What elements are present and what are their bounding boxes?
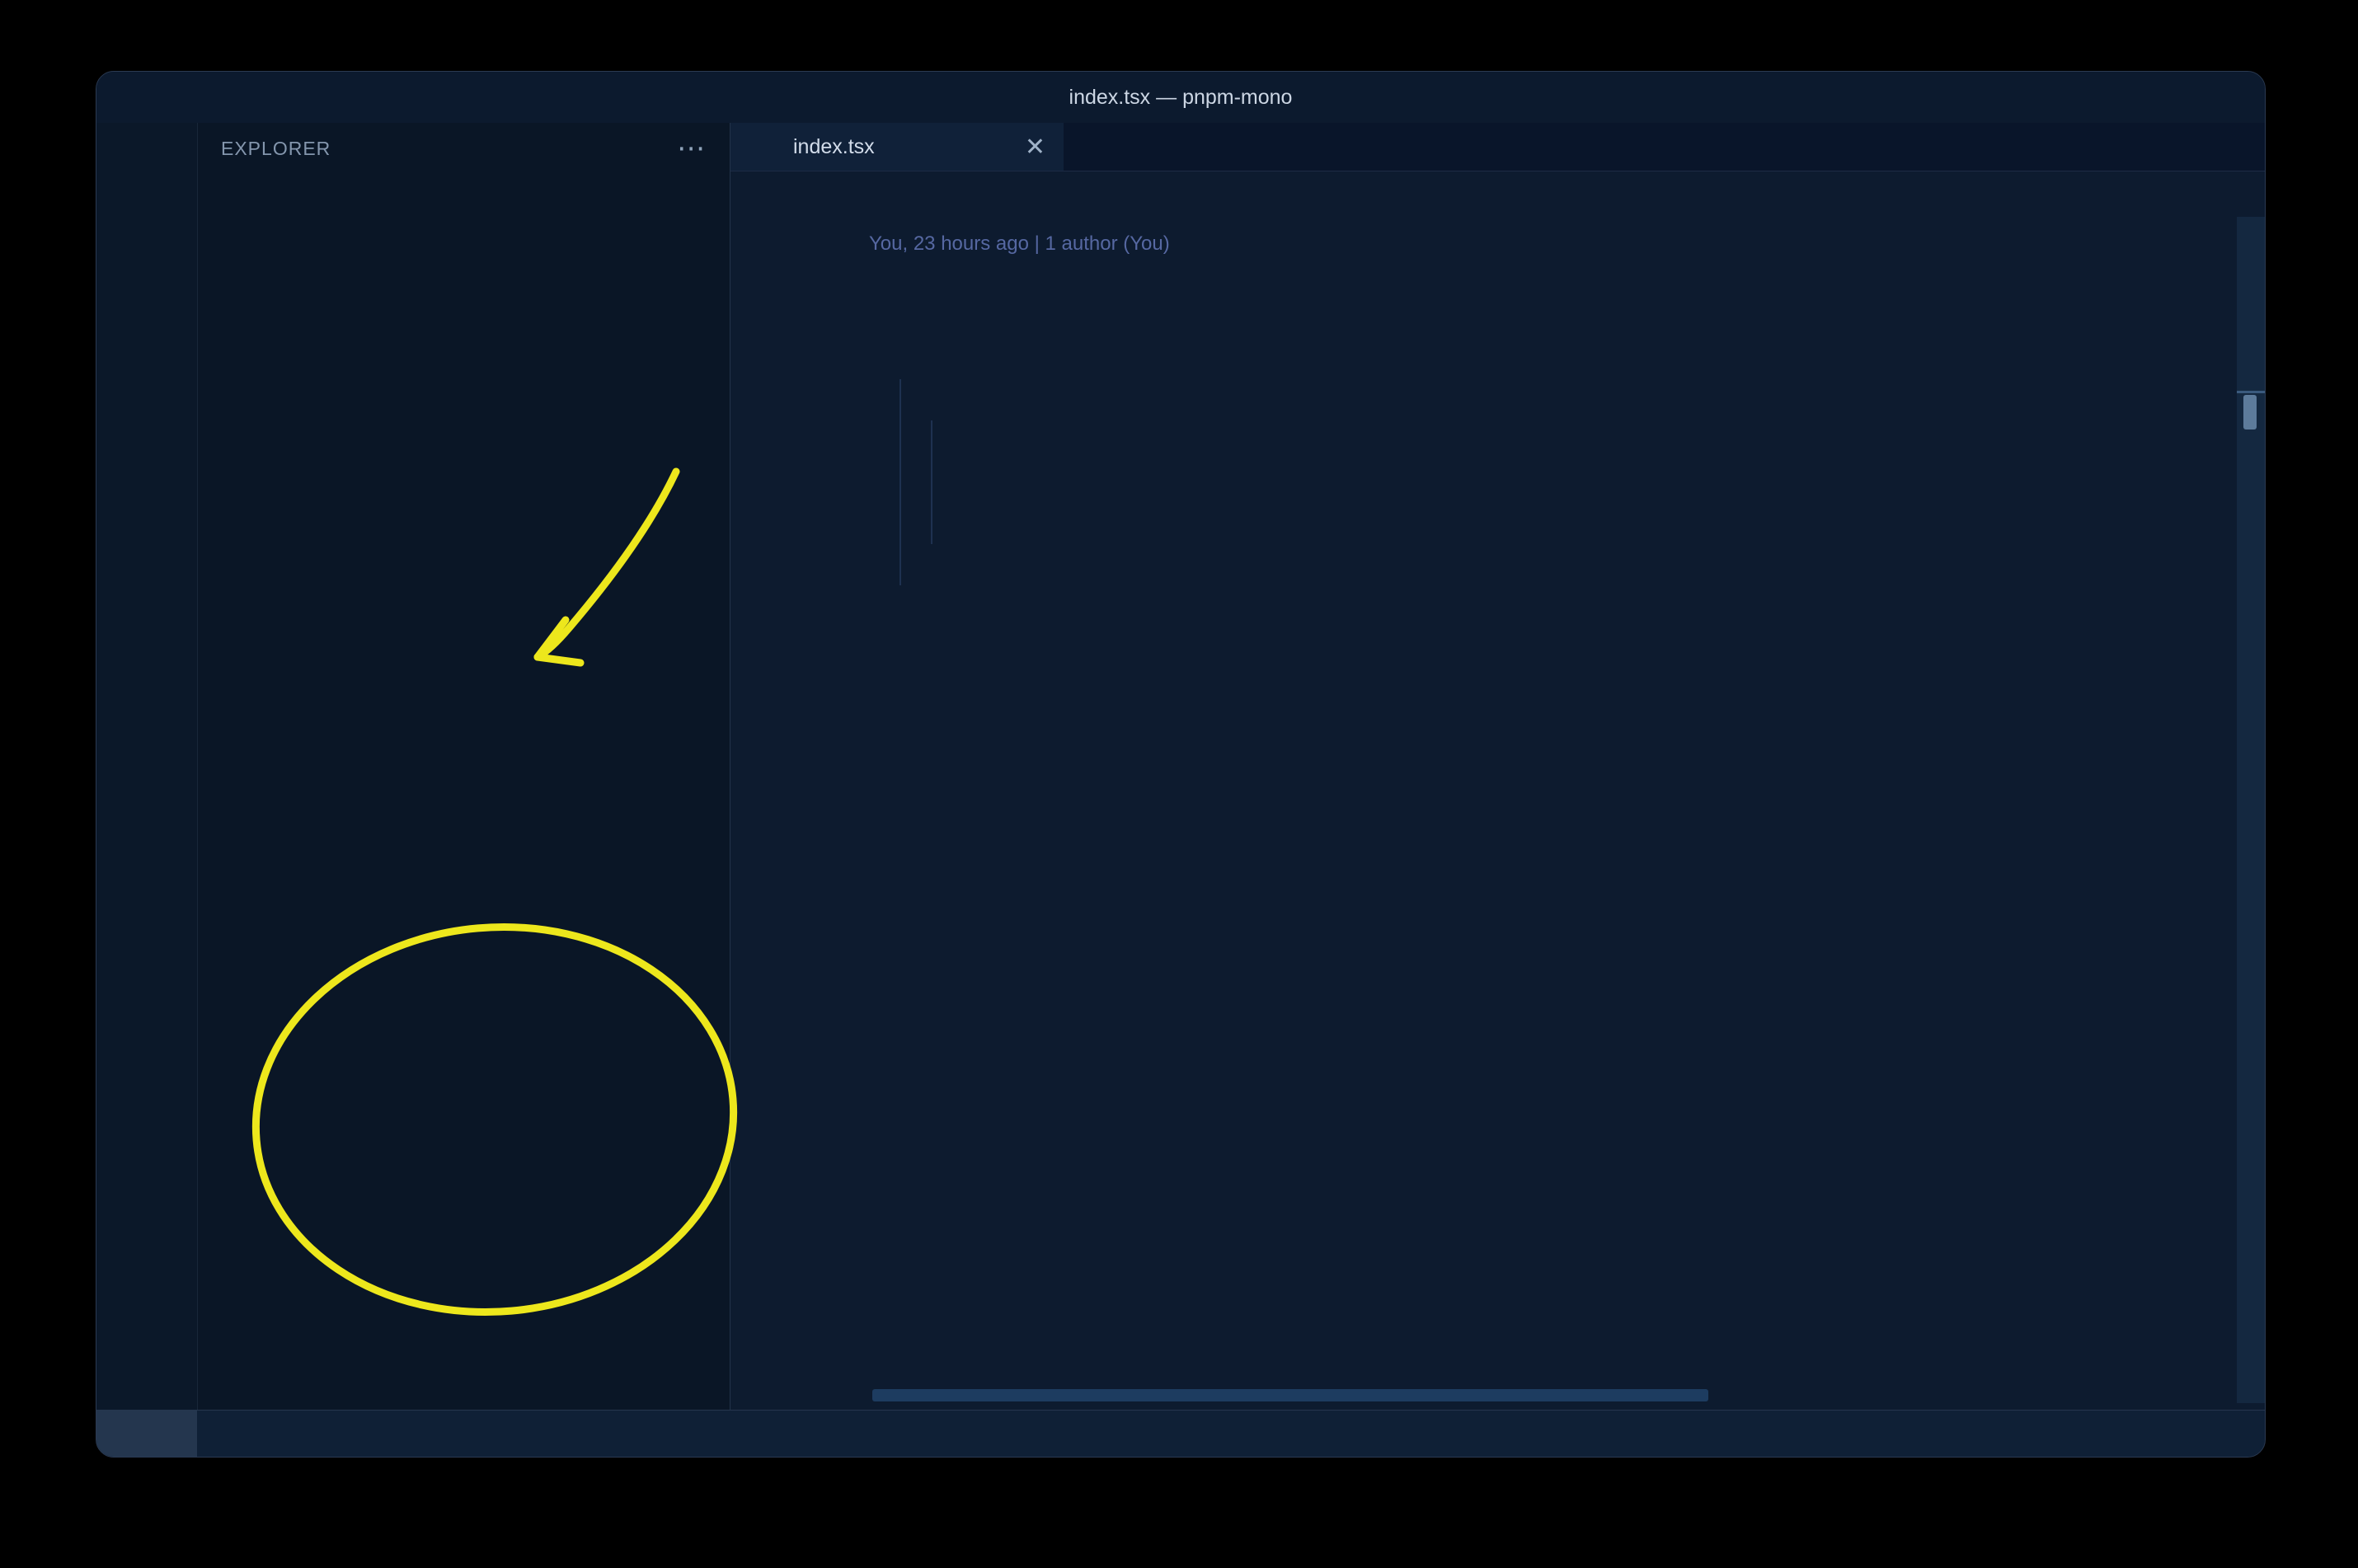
editor-pane: index.tsx ✕ You, 23 hours ago | 1 author… xyxy=(730,123,2265,1410)
gitlens-blame-annotation: You, 23 hours ago | 1 author (You) xyxy=(869,232,1170,255)
breadcrumb xyxy=(730,171,2265,218)
tab-close-icon[interactable]: ✕ xyxy=(1025,133,1045,162)
react-icon xyxy=(749,132,782,162)
code-editor[interactable]: You, 23 hours ago | 1 author (You) xyxy=(730,218,2265,1410)
title-bar: index.tsx — pnpm-mono xyxy=(96,72,2265,123)
overview-ruler-line xyxy=(2237,391,2265,393)
status-bar xyxy=(96,1410,2265,1457)
activity-bar xyxy=(96,123,198,1410)
remote-indicator[interactable] xyxy=(96,1411,197,1457)
zoom-button[interactable] xyxy=(192,86,215,109)
tab-bar: index.tsx ✕ xyxy=(730,123,2265,171)
close-button[interactable] xyxy=(118,86,141,109)
sidebar-header: EXPLORER ⋯ xyxy=(221,133,707,164)
minimize-button[interactable] xyxy=(155,86,178,109)
sidebar-title: EXPLORER xyxy=(221,137,331,159)
indent-guide xyxy=(900,379,901,585)
tab-index-tsx[interactable]: index.tsx ✕ xyxy=(730,123,1064,171)
desktop: { "window": { "title": "index.tsx — pnpm… xyxy=(0,0,2358,1568)
tab-label: index.tsx xyxy=(793,134,875,158)
overview-ruler-marker xyxy=(2243,395,2257,430)
vscode-window: index.tsx — pnpm-mono EXPLORER ⋯ index.t… xyxy=(96,71,2266,1458)
editor-actions xyxy=(2242,123,2265,171)
horizontal-scrollbar[interactable] xyxy=(872,1389,1708,1401)
traffic-lights xyxy=(96,86,215,109)
indent-guide xyxy=(931,420,932,544)
workbench: EXPLORER ⋯ index.tsx ✕ You, 23 hours ago… xyxy=(96,123,2265,1410)
vertical-scrollbar[interactable] xyxy=(2237,217,2265,1403)
explorer-sidebar: EXPLORER ⋯ xyxy=(198,123,730,1410)
window-title: index.tsx — pnpm-mono xyxy=(1069,85,1293,109)
